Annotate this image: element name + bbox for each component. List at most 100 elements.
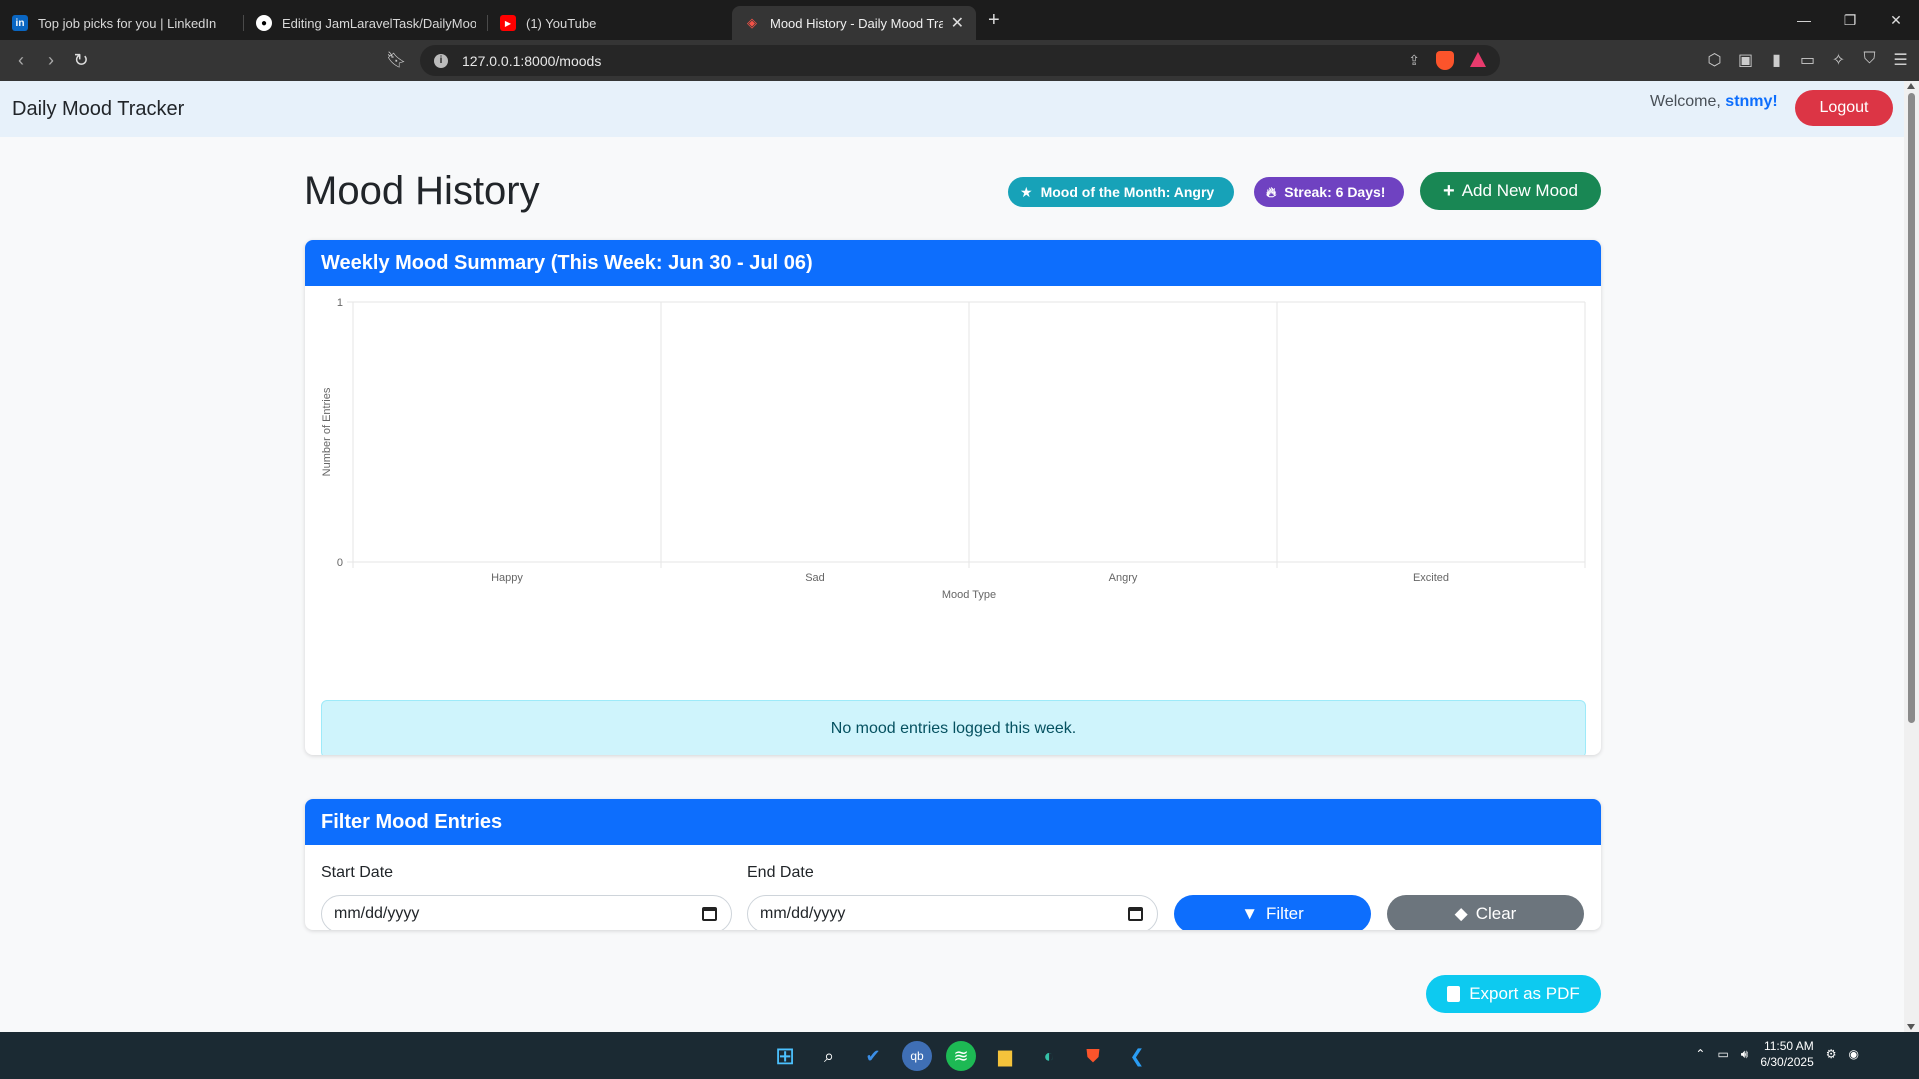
browser-extensions: ⬡ ▣ ▮ ▭ ✧ ⛉ ☰ <box>1706 50 1909 70</box>
qbittorrent-icon[interactable]: qb <box>902 1041 932 1071</box>
forward-icon[interactable]: › <box>36 46 66 76</box>
browser-tab[interactable]: in Top job picks for you | LinkedIn <box>0 6 244 40</box>
clock-time: 11:50 AM <box>1763 1039 1814 1053</box>
browser-tab[interactable]: ▶ (1) YouTube <box>488 6 732 40</box>
add-mood-button[interactable]: + Add New Mood <box>1420 172 1601 210</box>
system-tray: ⌃ ▭ 🔊︎ 11:50 AM 6/30/2025 ⚙ ◉ <box>1695 1038 1859 1070</box>
page-title: Mood History <box>304 169 540 213</box>
copilot-icon[interactable]: ◉ <box>1849 1047 1859 1061</box>
add-mood-label: Add New Mood <box>1461 181 1578 200</box>
page-viewport: Daily Mood Tracker Welcome, stnmy! Logou… <box>0 81 1904 1032</box>
brave-rewards-icon[interactable] <box>1470 52 1486 67</box>
tab-title: Editing JamLaravelTask/DailyMood/R <box>282 15 476 31</box>
tab-title: (1) YouTube <box>526 15 597 31</box>
share-icon[interactable]: ⇪ <box>1408 52 1420 69</box>
x-tick-label: Happy <box>491 572 523 584</box>
empty-week-notice: No mood entries logged this week. <box>321 700 1586 755</box>
restore-icon[interactable]: ❐ <box>1827 0 1873 40</box>
clear-label: Clear <box>1475 904 1517 923</box>
welcome-prefix: Welcome, <box>1650 93 1721 110</box>
extensions-icon[interactable]: ⬡ <box>1706 50 1723 70</box>
notifications-icon[interactable]: ⚙ <box>1826 1047 1837 1061</box>
new-tab-icon[interactable]: + <box>988 9 1000 32</box>
scroll-up-icon[interactable] <box>1907 83 1915 89</box>
laravel-icon: ◈ <box>747 15 757 30</box>
start-date-label: Start Date <box>321 864 394 881</box>
spotify-icon[interactable]: ≋ <box>946 1041 976 1071</box>
x-axis-title: Mood Type <box>942 589 996 601</box>
mood-of-month-text: Mood of the Month: Angry <box>1040 184 1215 200</box>
start-date-input[interactable]: mm/dd/yyyy <box>321 895 732 930</box>
export-label: Export as PDF <box>1469 984 1580 1003</box>
funnel-icon: ▼ <box>1241 904 1259 923</box>
filter-button[interactable]: ▼ Filter <box>1174 895 1371 930</box>
scrollbar-thumb[interactable] <box>1908 93 1915 723</box>
star-icon: ★ <box>1020 183 1033 200</box>
browser-toolbar: ‹ › ↻ 🔖︎ i 127.0.0.1:8000/moods ⇪ ⬡ ▣ ▮ … <box>0 40 1919 81</box>
clock[interactable]: 11:50 AM 6/30/2025 <box>1760 1038 1813 1070</box>
y-tick-label: 1 <box>337 297 343 309</box>
chevron-up-icon[interactable]: ⌃ <box>1695 1047 1705 1061</box>
vpn-icon[interactable]: ⛉ <box>1861 50 1878 70</box>
username: stnmy! <box>1725 93 1778 110</box>
todo-icon[interactable]: ✔ <box>858 1041 888 1071</box>
eraser-icon: ◆ <box>1454 904 1468 923</box>
reload-icon[interactable]: ↻ <box>66 46 96 76</box>
filter-label: Filter <box>1266 904 1304 923</box>
mood-of-month-badge: ★ Mood of the Month: Angry <box>1008 177 1234 207</box>
tab-title: Mood History - Daily Mood Trac <box>770 15 943 31</box>
y-tick-label: 0 <box>337 557 343 569</box>
x-tick-label: Sad <box>805 572 825 584</box>
volume-icon[interactable]: 🔊︎ <box>1741 1047 1749 1062</box>
calendar-icon[interactable] <box>702 907 717 921</box>
brave-shields-icon[interactable] <box>1436 51 1454 70</box>
streak-badge: 🔥︎ Streak: 6 Days! <box>1254 177 1404 207</box>
back-icon[interactable]: ‹ <box>6 46 36 76</box>
browser-tabstrip: in Top job picks for you | LinkedIn ● Ed… <box>0 0 1919 40</box>
window-controls: — ❐ ✕ <box>1781 0 1919 40</box>
brave-icon[interactable]: ⛊ <box>1078 1041 1108 1071</box>
linkedin-icon: in <box>12 15 28 31</box>
vscode-icon[interactable]: ❮ <box>1122 1041 1152 1071</box>
filter-card: Filter Mood Entries Start Date mm/dd/yyy… <box>305 799 1601 930</box>
end-date-input[interactable]: mm/dd/yyyy <box>747 895 1158 930</box>
github-icon: ● <box>256 15 272 31</box>
close-window-icon[interactable]: ✕ <box>1873 0 1919 40</box>
network-icon[interactable]: ▭ <box>1717 1047 1728 1061</box>
page-scrollbar[interactable] <box>1904 81 1919 1032</box>
fire-icon: 🔥︎ <box>1266 183 1277 200</box>
calendar-icon[interactable] <box>1128 907 1143 921</box>
taskbar-apps: ⊞ ⌕ ✔ qb ≋ ▆ ◐ ⛊ ❮ <box>770 1041 1152 1071</box>
end-date-label: End Date <box>747 864 814 881</box>
filter-card-title: Filter Mood Entries <box>305 799 1601 845</box>
export-pdf-button[interactable]: Export as PDF <box>1426 975 1601 1013</box>
edge-icon[interactable]: ◐ <box>1034 1041 1064 1071</box>
x-tick-label: Excited <box>1413 572 1449 584</box>
clock-date: 6/30/2025 <box>1760 1055 1814 1069</box>
leo-ai-icon[interactable]: ✧ <box>1830 50 1847 70</box>
sidebar-icon[interactable]: ▮ <box>1768 50 1785 70</box>
reading-list-icon[interactable]: ▣ <box>1737 50 1754 70</box>
clear-button[interactable]: ◆ Clear <box>1387 895 1584 930</box>
close-tab-icon[interactable]: ✕ <box>951 13 964 33</box>
end-date-placeholder: mm/dd/yyyy <box>760 905 846 922</box>
weekly-mood-chart: 0 1 Happy Sad Angry Excited Mood Type Number of… <box>321 297 1586 601</box>
windows-start-icon[interactable]: ⊞ <box>770 1041 800 1071</box>
bookmark-icon[interactable]: 🔖︎ <box>386 50 406 70</box>
file-explorer-icon[interactable]: ▆ <box>990 1041 1020 1071</box>
plus-icon: + <box>1443 179 1455 202</box>
windows-taskbar: ⊞ ⌕ ✔ qb ≋ ▆ ◐ ⛊ ❮ ⌃ ▭ 🔊︎ 11:50 AM 6/30/… <box>0 1032 1919 1079</box>
minimize-icon[interactable]: — <box>1781 0 1827 40</box>
browser-tab-active[interactable]: ◈ Mood History - Daily Mood Trac ✕ <box>732 6 976 40</box>
address-bar[interactable]: i 127.0.0.1:8000/moods ⇪ <box>420 45 1500 76</box>
logout-button[interactable]: Logout <box>1795 90 1893 126</box>
menu-icon[interactable]: ☰ <box>1892 50 1909 70</box>
scroll-down-icon[interactable] <box>1907 1024 1915 1030</box>
wallet-icon[interactable]: ▭ <box>1799 50 1816 70</box>
site-info-icon[interactable]: i <box>434 53 448 68</box>
brand-link[interactable]: Daily Mood Tracker <box>12 98 184 121</box>
start-date-placeholder: mm/dd/yyyy <box>334 905 420 922</box>
browser-tab[interactable]: ● Editing JamLaravelTask/DailyMood/R <box>244 6 488 40</box>
search-icon[interactable]: ⌕ <box>814 1041 844 1071</box>
tab-title: Top job picks for you | LinkedIn <box>38 15 217 31</box>
